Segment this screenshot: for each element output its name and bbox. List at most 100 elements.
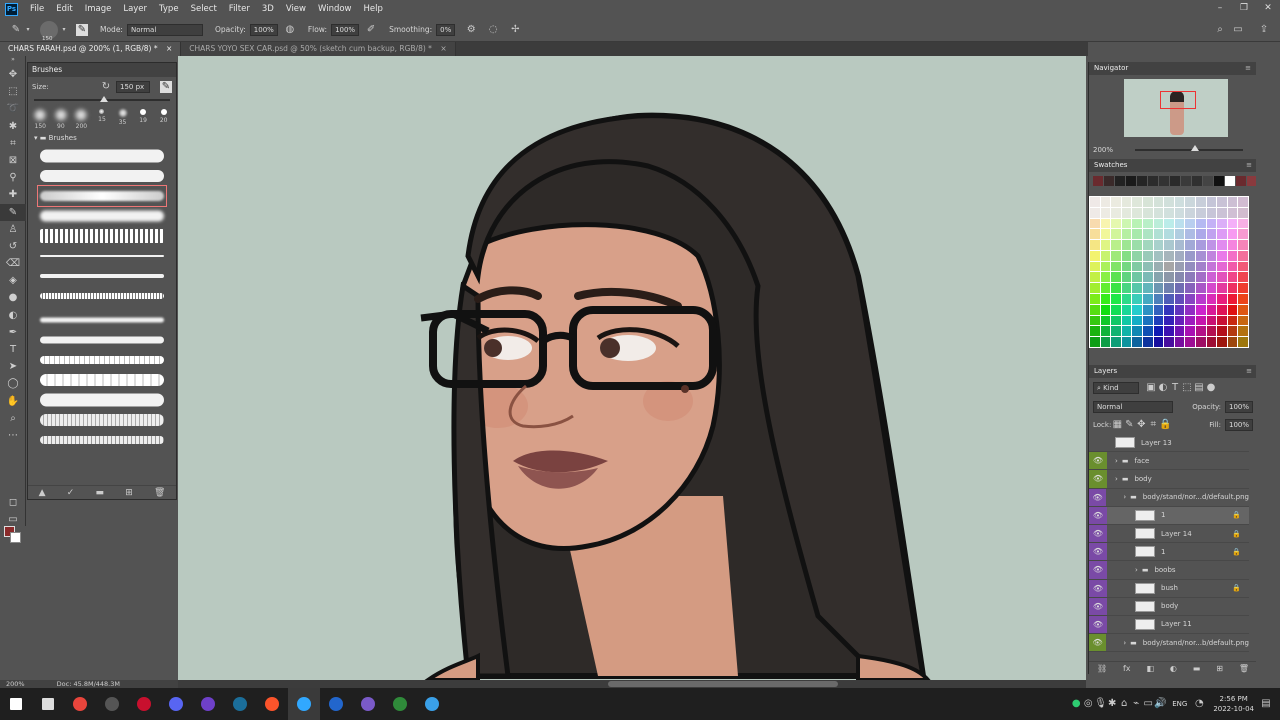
swatch[interactable] [1185,315,1195,326]
swatch[interactable] [1090,337,1100,347]
chevron-right-icon[interactable]: › [1123,493,1126,501]
swatch[interactable] [1238,250,1248,261]
eraser-tool-icon[interactable]: ⌫ [0,255,26,272]
swatch[interactable] [1121,229,1132,240]
swatch[interactable] [1185,283,1195,294]
eye-icon[interactable]: 👁 [1089,579,1107,597]
eye-icon[interactable]: 👁 [1089,615,1107,634]
layer-row[interactable]: 👁 › ▬ body [1089,470,1249,489]
menu-view[interactable]: View [280,4,312,14]
swatch[interactable] [1217,337,1227,347]
game-icon[interactable] [384,688,416,720]
airbrush-icon[interactable]: ✐ [365,24,377,36]
layer-thumbnail[interactable] [1115,437,1135,449]
filter-type-icon[interactable]: T [1169,382,1181,394]
swatch[interactable] [1174,326,1185,337]
zoom-readout[interactable]: 200% [6,680,25,688]
menu-edit[interactable]: Edit [50,4,78,14]
swatch[interactable] [1196,304,1206,315]
photoshop-logo-icon[interactable]: Ps [5,2,18,16]
swatch[interactable] [1132,294,1142,304]
swatch[interactable] [1121,337,1132,347]
filter-pixel-icon[interactable]: ▣ [1145,382,1157,394]
swatch[interactable] [1196,229,1206,240]
swatch[interactable] [1238,229,1248,240]
swatch[interactable] [1217,207,1227,218]
windows-start-icon[interactable] [0,688,32,720]
swatch[interactable] [1153,261,1164,272]
close-tab-icon[interactable]: × [440,44,446,53]
photoshop-icon[interactable] [288,688,320,720]
swatch[interactable] [1238,240,1248,250]
swatch[interactable] [1100,229,1111,240]
brush-stroke-preview[interactable] [40,352,164,368]
brave-icon[interactable] [256,688,288,720]
delete-brush-icon[interactable]: 🗑 [154,488,165,498]
swatch[interactable] [1196,207,1206,218]
brush-preset[interactable]: 90 [52,109,70,130]
swatch[interactable] [1121,218,1132,229]
swatch[interactable] [1121,197,1132,207]
color-swatch-grid[interactable] [1089,196,1249,348]
tray-volume-icon[interactable]: 🔊 [1154,698,1166,710]
close-tab-icon[interactable]: × [166,44,172,53]
swatch[interactable] [1132,337,1142,347]
chevron-right-icon[interactable]: › [1135,566,1138,574]
layer-row[interactable]: 👁 › ▬ body/stand/nor...b/default.png [1089,634,1249,653]
swatch[interactable] [1100,272,1111,283]
blend-mode-select[interactable]: Normal [1093,401,1173,413]
swatch[interactable] [1174,315,1185,326]
swatch[interactable] [1143,294,1153,304]
swatch[interactable] [1164,272,1174,283]
swatch[interactable] [1143,304,1153,315]
swatch[interactable] [1196,197,1206,207]
brush-stroke-preview[interactable] [40,268,164,284]
brush-stroke-preview[interactable] [40,168,164,184]
screen-mode-icon[interactable]: ▭ [0,511,26,528]
swatch[interactable] [1164,315,1174,326]
obs-icon[interactable] [96,688,128,720]
swatch[interactable] [1090,229,1100,240]
swatch[interactable] [1206,240,1217,250]
share-icon[interactable]: ⇪ [1258,24,1270,36]
menu-filter[interactable]: Filter [223,4,256,14]
swatch[interactable] [1132,326,1142,337]
swatch[interactable] [1090,315,1100,326]
swatch[interactable] [1090,218,1100,229]
swatch[interactable] [1227,283,1238,294]
swatch[interactable] [1090,197,1100,207]
swatch[interactable] [1227,337,1238,347]
swatch[interactable] [1217,294,1227,304]
filter-smart-icon[interactable]: ▤ [1193,382,1205,394]
layer-thumbnail[interactable] [1135,618,1155,630]
swatch[interactable] [1227,326,1238,337]
swatch[interactable] [1227,304,1238,315]
navigator-zoom-field[interactable]: 200% [1093,146,1113,154]
adjustment-layer-icon[interactable]: ◐ [1170,664,1177,673]
delete-layer-icon[interactable]: 🗑 [1239,664,1249,673]
red-app-icon[interactable] [128,688,160,720]
swatch[interactable] [1170,176,1180,186]
swatch[interactable] [1111,250,1121,261]
swatch[interactable] [1203,176,1213,186]
swatch[interactable] [1206,315,1217,326]
marquee-tool-icon[interactable]: ⬚ [0,83,26,100]
eye-icon[interactable]: 👁 [1089,470,1107,488]
swatch[interactable] [1185,240,1195,250]
swatch[interactable] [1196,283,1206,294]
swatch[interactable] [1185,261,1195,272]
swatch[interactable] [1217,197,1227,207]
swatch[interactable] [1185,304,1195,315]
brush-stroke-preview[interactable] [40,288,164,304]
swatch[interactable] [1174,250,1185,261]
eye-icon[interactable]: 👁 [1089,597,1107,615]
swatch[interactable] [1121,304,1132,315]
layer-row[interactable]: 👁 bush 🔒 [1089,579,1249,598]
brush-settings-icon[interactable]: ✓ [67,488,75,498]
swatch[interactable] [1137,176,1147,186]
swatch[interactable] [1153,337,1164,347]
eyedropper-tool-icon[interactable]: ⚲ [0,169,26,186]
swatch[interactable] [1217,229,1227,240]
filter-shape-icon[interactable]: ⬚ [1181,382,1193,394]
swatch[interactable] [1126,176,1136,186]
